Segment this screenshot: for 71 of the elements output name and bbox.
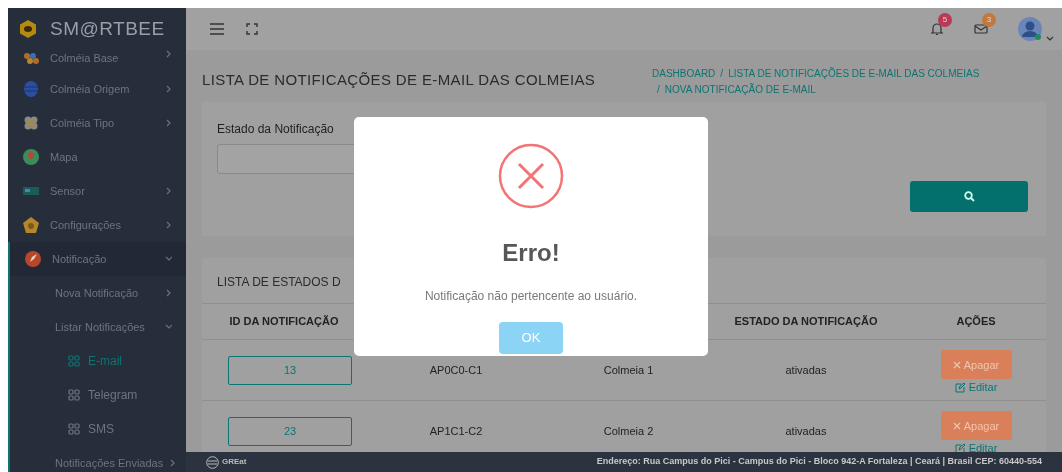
- sidebar-subitem[interactable]: E-mail: [10, 344, 186, 378]
- column-header: ESTADO DA NOTIFICAÇÃO: [734, 314, 878, 330]
- table-cell-text: Colmeia 1: [603, 362, 654, 378]
- breadcrumb-link[interactable]: NOVA NOTIFICAÇÃO DE E-MAIL: [664, 84, 816, 95]
- sidebar-item[interactable]: Notificação: [10, 242, 186, 276]
- sidebar-subitem[interactable]: Telegram: [10, 378, 186, 412]
- field-label: Estado da Notificação: [217, 121, 334, 138]
- id-button[interactable]: 23: [228, 416, 352, 446]
- table-cell-text: AP0C0-C1: [429, 362, 483, 378]
- table-title: LISTA DE ESTADOS D: [217, 274, 341, 291]
- sidebar-subitem[interactable]: Notificações Enviadas: [10, 446, 186, 472]
- table-cell-text: AP1C1-C2: [429, 423, 483, 439]
- chevron-right-icon: [165, 187, 172, 195]
- count-badge: 5: [938, 13, 952, 27]
- chevron-right-icon: [165, 50, 172, 58]
- dialog-message: Notificação não pertencente ao usuário.: [424, 288, 638, 305]
- sidebar-item[interactable]: Colméia Tipo: [8, 106, 186, 140]
- dialog-title: Erro!: [502, 238, 560, 268]
- delete-button[interactable]: Apagar: [940, 350, 1012, 380]
- table-cell-text: ativadas: [785, 362, 827, 378]
- chevron-down-icon: [165, 323, 172, 331]
- table-cell-text: Colmeia 2: [603, 423, 654, 439]
- chevron-down-icon: [165, 255, 172, 263]
- table-cell-text: ativadas: [785, 423, 827, 439]
- sidebar-item[interactable]: Colméia Base: [8, 50, 186, 72]
- grid-icon: [68, 355, 80, 367]
- breadcrumb-link[interactable]: DASHBOARD: [652, 68, 716, 79]
- count-badge: 3: [982, 13, 996, 27]
- menu-icon[interactable]: [210, 23, 224, 35]
- sidebar-subitem[interactable]: Listar Notificações: [10, 310, 186, 344]
- grid-icon: [68, 389, 80, 401]
- sidebar-subitem[interactable]: Nova Notificação: [10, 276, 186, 310]
- id-button[interactable]: 13: [228, 355, 352, 385]
- map-pin-icon: [22, 148, 40, 166]
- brand-name: SM@RTBEE: [50, 16, 165, 41]
- avatar-icon[interactable]: [1018, 17, 1042, 41]
- edit-icon: [954, 443, 966, 452]
- grid-icon: [68, 423, 80, 435]
- sidebar-item[interactable]: Colméia Origem: [8, 72, 186, 106]
- bell-icon[interactable]: [930, 22, 944, 36]
- breadcrumb-link[interactable]: LISTA DE NOTIFICAÇÕES DE E-MAIL DAS COLMEIAS: [728, 68, 980, 79]
- beehive-icon: [22, 80, 40, 98]
- chevron-right-icon: [165, 289, 172, 297]
- mail-icon[interactable]: [974, 22, 988, 36]
- sidebar-item[interactable]: Sensor: [8, 174, 186, 208]
- footer-logo-text: GREat: [222, 456, 247, 468]
- chevron-right-icon: [165, 119, 172, 127]
- ok-button[interactable]: OK: [499, 322, 563, 354]
- sidebar-item[interactable]: Configurações: [8, 208, 186, 242]
- fullscreen-icon[interactable]: [246, 23, 258, 35]
- close-icon: [952, 421, 961, 430]
- column-header: AÇÕES: [956, 314, 996, 330]
- breadcrumb-separator: /: [720, 68, 724, 79]
- chevron-right-icon: [165, 221, 172, 229]
- column-header: ID DA NOTIFICAÇÃO: [229, 314, 339, 330]
- globe-icon: [206, 455, 219, 469]
- edit-icon: [954, 382, 966, 393]
- page-title: LISTA DE NOTIFICAÇÕES DE E-MAIL DAS COLMEIAS: [202, 70, 597, 90]
- edit-link[interactable]: Editar: [954, 440, 998, 452]
- close-icon: [952, 360, 961, 369]
- caret-icon: [1046, 36, 1054, 41]
- chevron-right-icon: [165, 85, 172, 93]
- error-icon: [498, 143, 564, 209]
- edit-link[interactable]: Editar: [954, 379, 998, 396]
- sidebar-item[interactable]: Mapa: [8, 140, 186, 174]
- footer-address: Endereço: Rua Campus do Pici - Campus do Pici - Bloco 942-A Fortaleza | Ceará | Brasil CEP: 60440-554: [596, 455, 1042, 469]
- search-icon: [963, 191, 975, 202]
- delete-button[interactable]: Apagar: [940, 411, 1012, 441]
- chevron-right-icon: [169, 459, 177, 467]
- breadcrumb-separator: /: [657, 84, 660, 95]
- sidebar-subitem[interactable]: SMS: [10, 412, 186, 446]
